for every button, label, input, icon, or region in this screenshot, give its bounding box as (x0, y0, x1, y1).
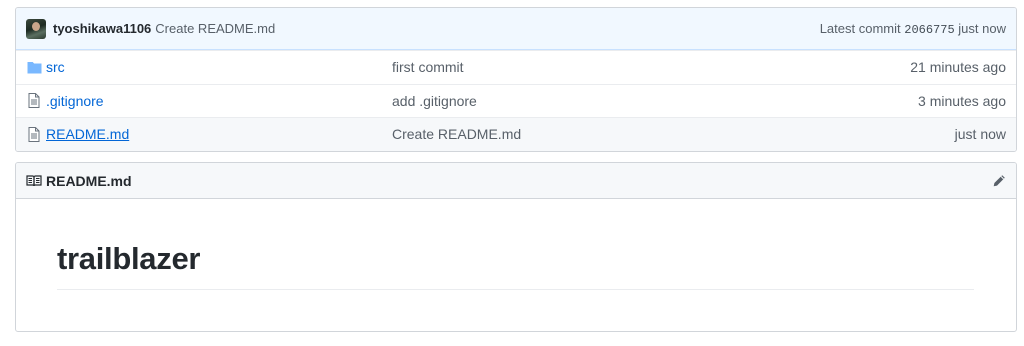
book-icon (26, 174, 42, 187)
file-commit-message-link[interactable]: first commit (392, 59, 910, 75)
readme-filename: README.md (46, 172, 132, 189)
file-browser: tyoshikawa1106 Create README.md Latest c… (15, 7, 1017, 152)
file-row: .gitignore add .gitignore 3 minutes ago (16, 83, 1016, 118)
commit-author-link[interactable]: tyoshikawa1106 (53, 21, 151, 36)
readme-header: README.md (16, 163, 1016, 199)
file-row: README.md Create README.md just now (16, 117, 1016, 151)
file-text-icon (26, 126, 42, 142)
file-age: 21 minutes ago (910, 59, 1006, 76)
file-text-icon (26, 93, 42, 109)
latest-commit-info: Latest commit 2066775 just now (820, 21, 1006, 37)
commit-time: just now (958, 20, 1006, 36)
file-age: just now (954, 126, 1006, 143)
file-row: src first commit 21 minutes ago (16, 50, 1016, 84)
commit-sha-link[interactable]: 2066775 (904, 23, 954, 37)
latest-commit-label: Latest commit (819, 20, 901, 36)
readme-heading: trailblazer (57, 241, 974, 290)
folder-icon (26, 59, 42, 75)
pencil-icon[interactable] (992, 174, 1006, 188)
avatar[interactable] (26, 18, 46, 39)
readme-panel: README.md trailblazer (15, 162, 1017, 332)
commit-message-link[interactable]: Create README.md (155, 21, 275, 36)
readme-content: trailblazer (16, 199, 1016, 290)
file-age: 3 minutes ago (918, 92, 1006, 109)
file-name-link[interactable]: .gitignore (46, 93, 392, 109)
file-name-link[interactable]: src (46, 59, 392, 75)
file-name-link[interactable]: README.md (46, 126, 392, 142)
latest-commit-bar: tyoshikawa1106 Create README.md Latest c… (16, 8, 1016, 50)
file-commit-message-link[interactable]: Create README.md (392, 126, 955, 142)
file-commit-message-link[interactable]: add .gitignore (392, 93, 918, 109)
